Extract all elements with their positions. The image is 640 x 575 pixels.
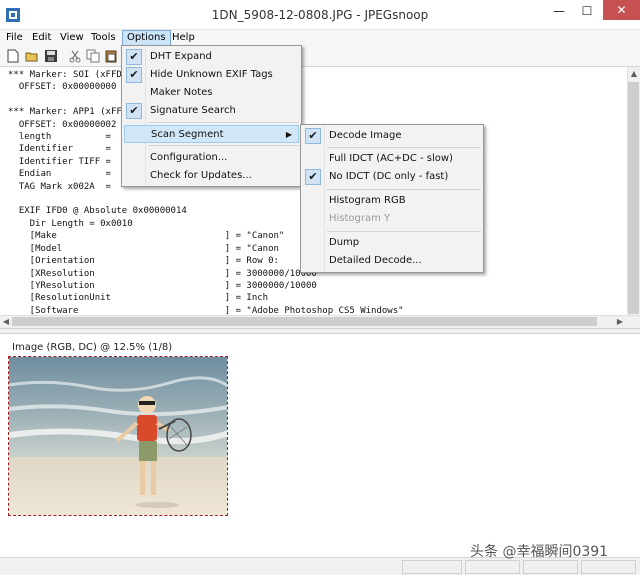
window-title: 1DN_5908-12-0808.JPG - JPEGsnoop [211, 8, 429, 22]
watermark-text: 头条 @幸福瞬间0391 [470, 544, 609, 560]
log-line: [Software ] = "Adobe Photoshop CS5 Windo… [8, 305, 404, 315]
menu-item-check-updates[interactable]: Check for Updates... [124, 167, 299, 185]
check-icon: ✔ [126, 49, 142, 65]
menu-item-maker-notes[interactable]: Maker Notes [124, 84, 299, 102]
menu-edit[interactable]: Edit [28, 30, 55, 46]
title-bar: 1DN_5908-12-0808.JPG - JPEGsnoop — ☐ ✕ [0, 0, 640, 30]
log-line: *** Marker: APP1 (xFFE1) *** [8, 107, 160, 118]
copy-icon[interactable] [86, 49, 100, 63]
menu-item-decode-image[interactable]: ✔ Decode Image [303, 127, 481, 145]
menu-item-detailed-decode[interactable]: Detailed Decode... [303, 252, 481, 270]
menu-item-configuration[interactable]: Configuration... [124, 149, 299, 167]
options-menu: ✔ DHT Expand ✔ Hide Unknown EXIF Tags Ma… [121, 45, 302, 187]
check-icon: ✔ [305, 128, 321, 144]
menu-item-signature-search[interactable]: ✔ Signature Search [124, 102, 299, 120]
decoded-image [8, 356, 228, 516]
scroll-right-icon[interactable]: ▶ [614, 316, 626, 328]
menu-item-histogram-rgb[interactable]: Histogram RGB [303, 192, 481, 210]
menu-separator [148, 145, 299, 146]
menu-item-dht-expand[interactable]: ✔ DHT Expand [124, 48, 299, 66]
log-line: OFFSET: 0x00000000 [8, 82, 117, 93]
menu-options[interactable]: Options [122, 30, 171, 46]
status-pane [523, 560, 578, 574]
menu-separator [148, 122, 299, 123]
menu-item-dump[interactable]: Dump [303, 234, 481, 252]
submenu-arrow-icon: ▶ [285, 130, 292, 139]
log-line: *** Marker: SOI (xFFD8) *** [8, 70, 155, 80]
menu-item-scan-segment[interactable]: Scan Segment ▶ [124, 125, 299, 143]
status-pane [465, 560, 520, 574]
maximize-button[interactable]: ☐ [573, 0, 601, 22]
toolbar [0, 46, 640, 67]
menu-separator [327, 189, 481, 190]
save-icon[interactable] [44, 49, 58, 63]
menu-separator [327, 147, 481, 148]
menu-separator [327, 231, 481, 232]
scan-segment-submenu: ✔ Decode Image Full IDCT (AC+DC - slow) … [300, 124, 484, 273]
menu-tools[interactable]: Tools [87, 30, 120, 46]
menu-view[interactable]: View [56, 30, 88, 46]
new-file-icon[interactable] [6, 49, 20, 63]
paste-icon[interactable] [104, 49, 118, 63]
scroll-up-icon[interactable]: ▲ [628, 68, 640, 80]
minimize-button[interactable]: — [545, 0, 573, 22]
check-icon: ✔ [305, 169, 321, 185]
vertical-scroll-thumb[interactable] [628, 82, 639, 314]
status-pane [402, 560, 462, 574]
open-folder-icon[interactable] [25, 49, 39, 63]
cut-icon[interactable] [68, 49, 82, 63]
scroll-left-icon[interactable]: ◀ [0, 316, 12, 328]
horizontal-scroll-thumb[interactable] [12, 317, 597, 326]
menu-item-hide-unknown-exif[interactable]: ✔ Hide Unknown EXIF Tags [124, 66, 299, 84]
menu-help[interactable]: Help [168, 30, 199, 46]
menu-file[interactable]: File [2, 30, 27, 46]
menu-item-full-idct[interactable]: Full IDCT (AC+DC - slow) [303, 150, 481, 168]
log-line: [YResolution ] = 3000000/10000 [8, 280, 317, 291]
menu-item-no-idct[interactable]: ✔ No IDCT (DC only - fast) [303, 168, 481, 186]
check-icon: ✔ [126, 67, 142, 83]
check-icon: ✔ [126, 103, 142, 119]
menu-bar: File Edit View Tools Options Help [0, 30, 640, 46]
menu-item-histogram-y: Histogram Y [329, 213, 391, 224]
image-caption: Image (RGB, DC) @ 12.5% (1/8) [12, 342, 173, 353]
close-button[interactable]: ✕ [603, 0, 640, 20]
status-pane [581, 560, 636, 574]
log-line: [ResolutionUnit ] = Inch [8, 293, 269, 304]
